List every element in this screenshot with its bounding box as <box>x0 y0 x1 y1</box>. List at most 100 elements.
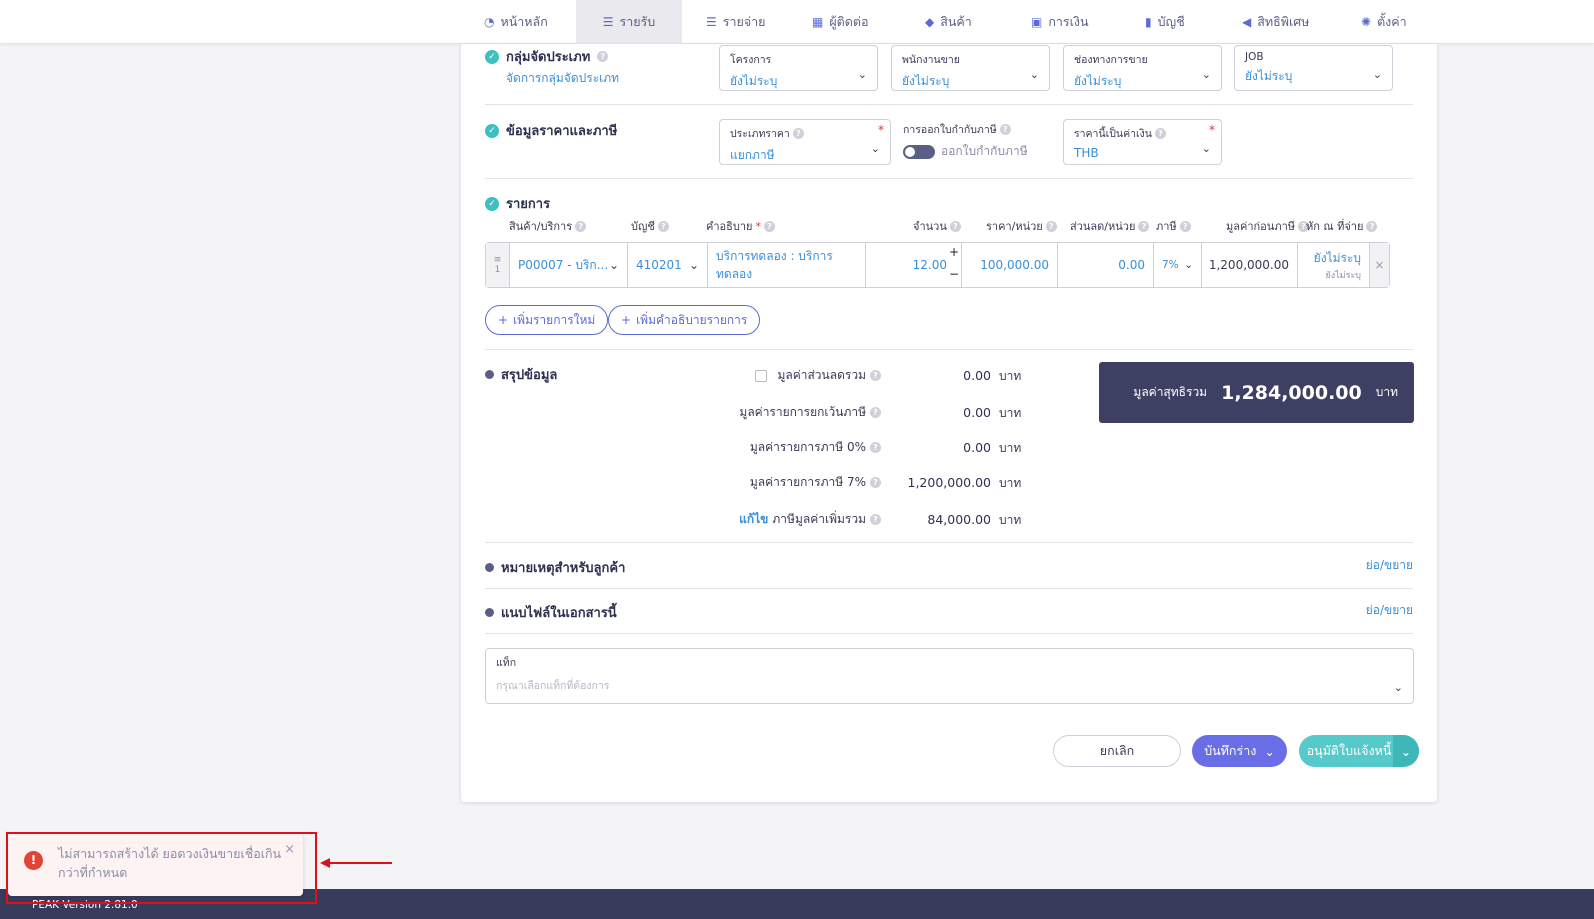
help-icon[interactable]: ? <box>870 370 881 381</box>
col-description: คำอธิบาย *? <box>706 217 775 235</box>
divider <box>485 349 1413 350</box>
nav-products[interactable]: ◆ สินค้า <box>915 0 982 44</box>
unit-label: บาท <box>999 369 1022 383</box>
finance-icon: ▣ <box>1031 15 1043 29</box>
price-type-select[interactable]: ประเภทราคา? แยกภาษี * ⌄ <box>719 119 891 165</box>
discount-checkbox[interactable] <box>755 369 768 382</box>
notes-section-title: หมายเหตุสำหรับลูกค้า <box>485 557 625 578</box>
col-product: สินค้า/บริการ? <box>509 217 587 235</box>
col-pretax: มูลค่าก่อนภาษี? <box>1226 217 1309 235</box>
help-icon[interactable]: ? <box>1179 220 1191 232</box>
row-drag-handle[interactable]: ≡ 1 <box>486 243 510 287</box>
divider <box>485 633 1413 634</box>
job-select[interactable]: JOB ยังไม่ระบุ ⌄ <box>1234 45 1393 91</box>
chevron-down-icon: ⌄ <box>1201 142 1211 155</box>
row-qty-input[interactable]: 12.00 + − <box>866 243 962 287</box>
tax-invoice-group: การออกใบกำกับภาษี? ออกใบกำกับภาษี <box>903 124 1028 159</box>
row-tax-select[interactable]: 7% ⌄ <box>1154 243 1202 287</box>
seven-rate-label: มูลค่ารายการภาษี 7%? <box>711 473 881 492</box>
chevron-down-icon: ⌄ <box>1372 68 1382 81</box>
row-description-input[interactable]: บริการทดลอง : บริการทดลอง <box>708 243 866 287</box>
help-icon[interactable]: ? <box>763 220 775 232</box>
bullet-icon <box>485 563 494 572</box>
chevron-down-icon: ⌄ <box>1264 743 1275 759</box>
help-icon[interactable]: ? <box>575 220 587 232</box>
nav-accounting[interactable]: ▮ บัญชี <box>1135 0 1195 44</box>
add-item-button[interactable]: + เพิ่มรายการใหม่ <box>485 305 609 335</box>
help-icon[interactable]: ? <box>949 220 961 232</box>
row-wht-select[interactable]: ยังไม่ระบุ ยังไม่ระบุ <box>1298 243 1370 287</box>
annotation-arrow <box>320 858 392 868</box>
chevron-down-icon: ⌄ <box>857 68 867 81</box>
decrement-icon[interactable]: − <box>949 267 959 281</box>
summary-section-title: สรุปข้อมูล <box>485 364 557 385</box>
chevron-down-icon: ⌄ <box>1393 681 1403 694</box>
help-icon[interactable]: ? <box>999 124 1011 135</box>
grand-total-box: มูลค่าสุทธิรวม 1,284,000.00 บาท <box>1099 362 1414 423</box>
nav-privileges[interactable]: ◀ สิทธิพิเศษ <box>1232 0 1319 44</box>
salesperson-select[interactable]: พนักงานขาย ยังไม่ระบุ ⌄ <box>891 45 1050 91</box>
approve-dropdown-toggle[interactable]: ⌄ <box>1393 735 1419 767</box>
row-discount-input[interactable]: 0.00 <box>1058 243 1154 287</box>
seven-rate-value: 1,200,000.00 <box>907 475 992 490</box>
help-icon[interactable]: ? <box>792 128 804 139</box>
nav-expense[interactable]: ☰ รายจ่าย <box>696 0 776 44</box>
chevron-down-icon: ⌄ <box>1184 259 1193 271</box>
help-icon[interactable]: ? <box>597 51 609 62</box>
currency-select[interactable]: ราคานี้เป็นค่าเงิน? THB * ⌄ <box>1063 119 1222 165</box>
vat-total-value: 84,000.00 <box>927 512 991 527</box>
plus-icon: + <box>621 313 632 327</box>
manage-group-link[interactable]: จัดการกลุ่มจัดประเภท <box>506 69 619 88</box>
increment-icon[interactable]: + <box>949 245 959 259</box>
notes-collapse-link[interactable]: ย่อ/ขยาย <box>1366 556 1413 575</box>
nav-contacts[interactable]: ▦ ผู้ติดต่อ <box>802 0 879 44</box>
edit-vat-link[interactable]: แก้ไข <box>739 510 768 529</box>
check-icon: ✓ <box>485 196 499 211</box>
contacts-icon: ▦ <box>812 15 824 29</box>
help-icon[interactable]: ? <box>1366 220 1378 232</box>
attachments-collapse-link[interactable]: ย่อ/ขยาย <box>1366 601 1413 620</box>
unit-label: บาท <box>999 513 1022 527</box>
nav-income[interactable]: ☰ รายรับ <box>576 0 682 44</box>
chevron-down-icon: ⌄ <box>1400 743 1412 759</box>
row-delete-button[interactable]: × <box>1370 243 1389 287</box>
attachments-section-title: แนบไฟล์ในเอกสารนี้ <box>485 602 617 623</box>
help-icon[interactable]: ? <box>657 220 669 232</box>
group-section-title: ✓ กลุ่มจัดประเภท ? <box>485 46 609 67</box>
nav-finance[interactable]: ▣ การเงิน <box>1021 0 1099 44</box>
grand-total-value: 1,284,000.00 <box>1221 381 1362 404</box>
income-icon: ☰ <box>602 15 614 29</box>
row-price-input[interactable]: 100,000.00 <box>962 243 1058 287</box>
help-icon[interactable]: ? <box>1138 220 1150 232</box>
close-icon: × <box>1374 258 1385 272</box>
row-product-select[interactable]: P00007 - บริก... ⌄ <box>510 243 628 287</box>
help-icon[interactable]: ? <box>870 477 881 488</box>
nav-settings[interactable]: ✺ ตั้งค่า <box>1351 0 1417 44</box>
project-select[interactable]: โครงการ ยังไม่ระบุ ⌄ <box>719 45 878 91</box>
sales-channel-select[interactable]: ช่องทางการขาย ยังไม่ระบุ ⌄ <box>1063 45 1222 91</box>
tax-invoice-toggle[interactable] <box>903 144 935 159</box>
chevron-down-icon: ⌄ <box>688 258 699 272</box>
cancel-button[interactable]: ยกเลิก <box>1053 735 1181 767</box>
unit-label: บาท <box>999 476 1022 490</box>
help-icon[interactable]: ? <box>870 442 881 453</box>
required-mark: * <box>1209 123 1215 137</box>
top-navigation: ◔ หน้าหลัก ☰ รายรับ ☰ รายจ่าย ▦ ผู้ติดต่อ ◆ ส… <box>0 0 1594 44</box>
approve-invoice-button[interactable]: อนุมัติใบแจ้งหนี้ ⌄ <box>1299 735 1419 767</box>
chevron-down-icon: ⌄ <box>1201 68 1211 81</box>
product-icon: ◆ <box>925 15 935 29</box>
nav-home[interactable]: ◔ หน้าหลัก <box>474 0 558 44</box>
add-description-button[interactable]: + เพิ่มคำอธิบายรายการ <box>608 305 761 335</box>
dashboard-icon: ◔ <box>484 15 495 29</box>
help-icon[interactable]: ? <box>870 514 881 525</box>
bullet-icon <box>485 370 494 379</box>
row-account-select[interactable]: 410201 ⌄ <box>628 243 708 287</box>
help-icon[interactable]: ? <box>870 407 881 418</box>
tags-select[interactable]: แท็ก กรุณาเลือกแท็กที่ต้องการ ⌄ <box>485 648 1414 704</box>
settings-icon: ✺ <box>1361 15 1372 29</box>
annotation-highlight-box <box>6 832 317 904</box>
save-draft-button[interactable]: บันทึกร่าง ⌄ <box>1192 735 1287 767</box>
unit-label: บาท <box>999 441 1022 455</box>
help-icon[interactable]: ? <box>1154 128 1166 139</box>
help-icon[interactable]: ? <box>1045 220 1057 232</box>
